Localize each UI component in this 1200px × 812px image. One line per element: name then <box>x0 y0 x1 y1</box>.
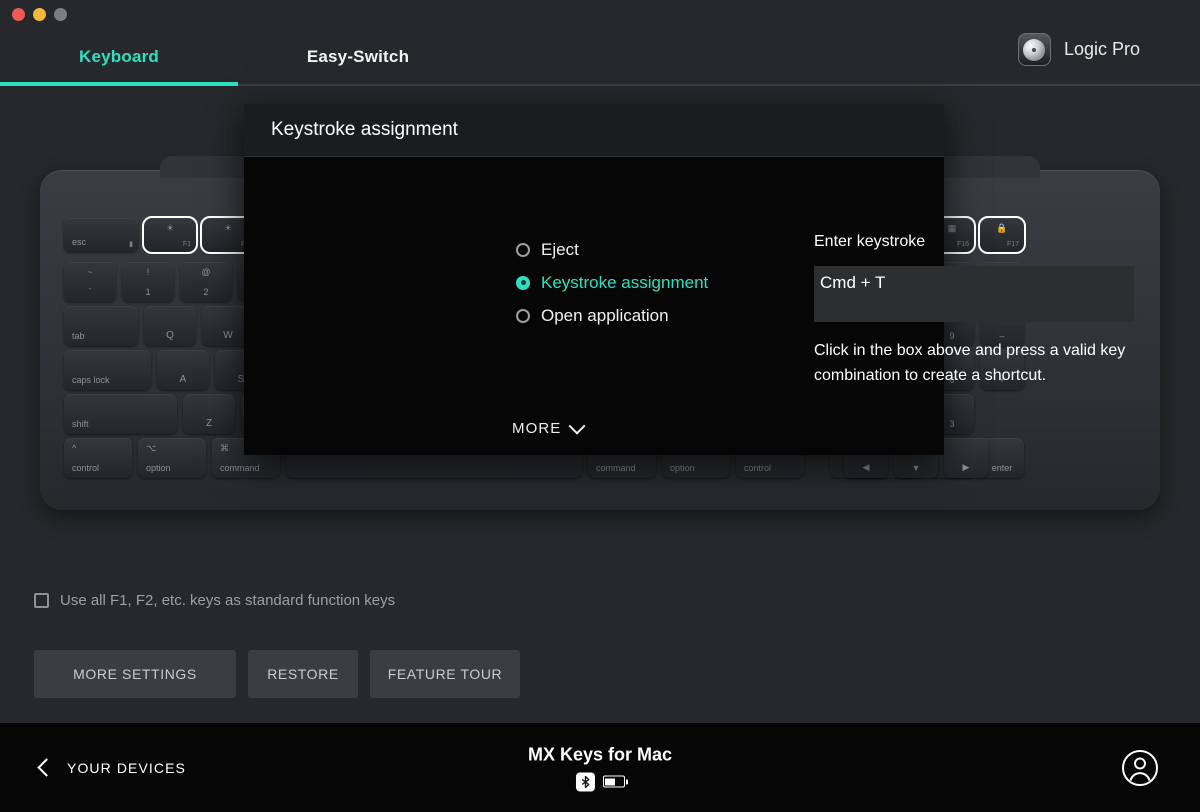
keyboard-key[interactable]: Z <box>183 394 235 434</box>
keystroke-input[interactable]: Cmd + T <box>814 266 1134 322</box>
chevron-down-icon <box>569 417 586 434</box>
current-device: MX Keys for Mac <box>528 744 672 791</box>
key-secondary-label: ! <box>147 267 150 277</box>
tab-keyboard[interactable]: Keyboard <box>0 28 238 86</box>
key-label: ▼ <box>912 463 921 473</box>
radio-indicator[interactable] <box>516 309 530 323</box>
enter-keystroke-label: Enter keystroke <box>814 233 1134 251</box>
keyboard-key[interactable]: ⌥ option <box>138 438 206 478</box>
standard-function-keys-checkbox[interactable]: Use all F1, F2, etc. keys as standard fu… <box>34 592 395 609</box>
key-modifier-glyph: ^ <box>72 443 76 453</box>
dialog-header: Keystroke assignment <box>244 104 944 157</box>
restore-button[interactable]: RESTORE <box>248 650 358 698</box>
your-devices-back-link[interactable]: YOUR DEVICES <box>40 760 186 776</box>
key-secondary-label: ~ <box>87 267 92 277</box>
key-fn-label: ▮ <box>129 240 133 248</box>
radio-option-keystroke-assignment[interactable]: Keystroke assignment <box>516 266 708 299</box>
key-label: Z <box>206 418 212 429</box>
keystroke-input-value: Cmd + T <box>820 266 885 293</box>
key-label: command <box>596 463 636 473</box>
dialog-title: Keystroke assignment <box>271 119 458 141</box>
keystroke-assignment-dialog: Keystroke assignment Eject Keystroke ass… <box>244 104 944 455</box>
radio-option-open-application[interactable]: Open application <box>516 299 708 332</box>
key-label: option <box>670 463 695 473</box>
your-devices-label: YOUR DEVICES <box>67 760 186 776</box>
chevron-left-icon <box>37 758 55 776</box>
keyboard-key[interactable]: esc ▮ <box>64 218 138 252</box>
keyboard-key[interactable]: caps lock <box>64 350 151 390</box>
radio-indicator[interactable] <box>516 276 530 290</box>
key-label: 1 <box>145 287 150 297</box>
key-label: shift <box>72 419 89 429</box>
key-label: W <box>223 330 232 341</box>
more-label: MORE <box>512 420 561 437</box>
keyboard-key[interactable]: ☀ F1 <box>144 218 196 252</box>
keystroke-form: Enter keystroke Cmd + T Click in the box… <box>814 233 1134 388</box>
radio-label: Eject <box>541 240 579 260</box>
radio-label: Keystroke assignment <box>541 273 708 293</box>
keyboard-key[interactable]: tab <box>64 306 138 346</box>
keyboard-key[interactable]: A <box>157 350 209 390</box>
key-label: Q <box>166 330 174 341</box>
active-application-name: Logic Pro <box>1064 39 1140 60</box>
logi-options-window: Keyboard Easy-Switch Logic Pro esc ▮ ☀ F1 ☀ F… <box>0 0 1200 812</box>
key-secondary-label: ☀ <box>166 223 174 234</box>
dialog-more-toggle[interactable]: MORE <box>512 420 583 437</box>
key-label: ▶ <box>963 462 970 473</box>
keyboard-key[interactable]: ^ control <box>64 438 132 478</box>
key-label: A <box>180 374 187 385</box>
radio-label: Open application <box>541 306 669 326</box>
key-label: ` <box>89 287 92 297</box>
key-label: control <box>72 463 99 473</box>
tab-active-underline <box>0 82 238 86</box>
keystroke-hint-text: Click in the box above and press a valid… <box>814 338 1129 388</box>
keyboard-key[interactable]: shift <box>64 394 177 434</box>
key-label: esc <box>72 237 86 247</box>
keyboard-arrow-key[interactable]: ▶ <box>944 438 988 478</box>
radio-indicator[interactable] <box>516 243 530 257</box>
keyboard-key[interactable]: ~` <box>64 262 116 302</box>
battery-icon <box>602 776 624 788</box>
bottom-bar: YOUR DEVICES MX Keys for Mac <box>0 723 1200 812</box>
key-label: option <box>146 463 171 473</box>
radio-option-eject[interactable]: Eject <box>516 233 708 266</box>
minimize-window-button[interactable] <box>33 8 46 21</box>
account-avatar-icon[interactable] <box>1120 748 1160 788</box>
key-secondary-label: ☀ <box>224 223 232 234</box>
key-modifier-glyph: ⌥ <box>146 443 156 454</box>
key-label: 2 <box>203 287 208 297</box>
bluetooth-icon <box>575 772 594 791</box>
assignment-type-radio-group: Eject Keystroke assignment Open applicat… <box>516 233 708 332</box>
keyboard-key[interactable]: @2 <box>180 262 232 302</box>
key-label: caps lock <box>72 375 110 385</box>
key-label: 3 <box>949 419 954 429</box>
key-fn-label: F1 <box>183 241 191 248</box>
key-label: enter <box>992 463 1013 473</box>
device-status-icons <box>528 772 672 791</box>
key-secondary-label: @ <box>201 267 210 277</box>
checkbox-box[interactable] <box>34 593 49 608</box>
feature-tour-button[interactable]: FEATURE TOUR <box>370 650 520 698</box>
logic-pro-icon <box>1018 33 1051 66</box>
checkbox-label: Use all F1, F2, etc. keys as standard fu… <box>60 592 395 609</box>
action-button-row: MORE SETTINGS RESTORE FEATURE TOUR <box>34 650 520 698</box>
key-label: command <box>220 463 260 473</box>
device-name: MX Keys for Mac <box>528 744 672 765</box>
tab-easy-switch[interactable]: Easy-Switch <box>238 28 478 86</box>
active-application-badge[interactable]: Logic Pro <box>1018 33 1140 66</box>
key-modifier-glyph: ⌘ <box>220 443 229 454</box>
key-label: ◀ <box>863 462 870 473</box>
close-window-button[interactable] <box>12 8 25 21</box>
zoom-window-button[interactable] <box>54 8 67 21</box>
key-label: control <box>744 463 771 473</box>
more-settings-button[interactable]: MORE SETTINGS <box>34 650 236 698</box>
keyboard-key[interactable]: Q <box>144 306 196 346</box>
keyboard-key[interactable]: !1 <box>122 262 174 302</box>
window-titlebar <box>0 0 1200 28</box>
key-label: tab <box>72 331 85 341</box>
dialog-body: Eject Keystroke assignment Open applicat… <box>244 157 944 455</box>
